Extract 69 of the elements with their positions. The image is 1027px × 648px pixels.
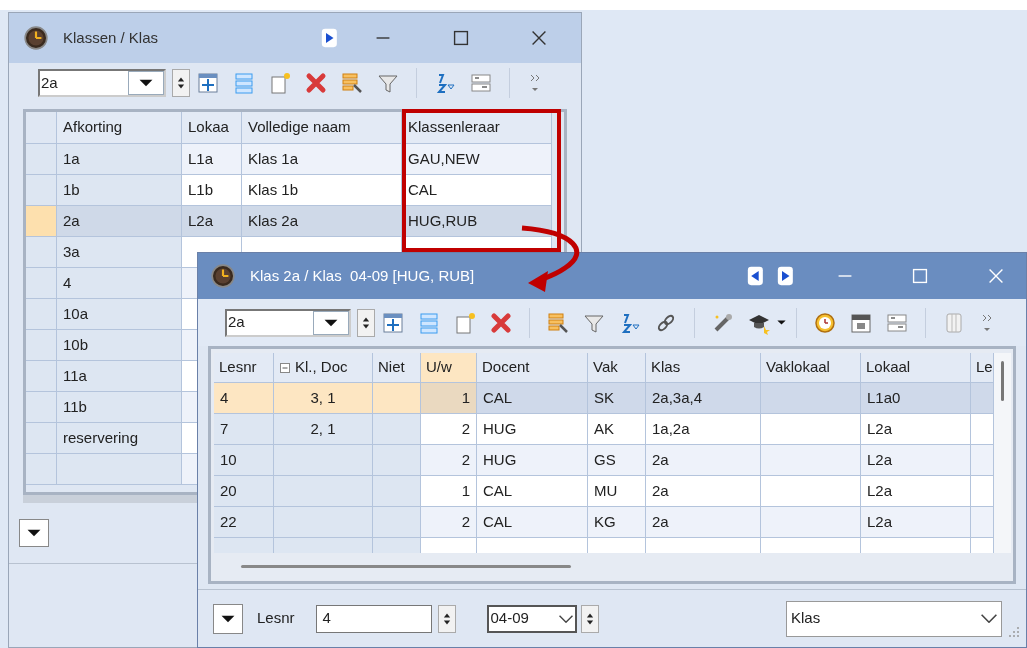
table-cell: CAL (477, 383, 588, 414)
table-cell: 2 (421, 507, 477, 538)
table-cell: 2 (421, 414, 477, 445)
table-cell: 1a (57, 144, 182, 175)
table-cell: 2a (646, 507, 761, 538)
table-cell: KG (588, 507, 646, 538)
table-cell: 20 (214, 476, 274, 507)
selector-combo[interactable]: 2a (38, 69, 166, 97)
table-cell: AK (588, 414, 646, 445)
table-cell: SK (588, 383, 646, 414)
table-cell: L1b (182, 175, 242, 206)
table-cell: L2a (861, 476, 971, 507)
field-label: Lesnr (257, 608, 295, 629)
table-cell: L2a (861, 445, 971, 476)
column-header[interactable]: Lokaa (182, 112, 242, 144)
table-cell: CAL (477, 507, 588, 538)
lesnr-field[interactable]: 4 (315, 604, 432, 633)
column-header[interactable]: Vak (588, 353, 646, 383)
table-cell: 11b (57, 392, 182, 423)
table-cell: L2a (861, 414, 971, 445)
table-cell: 2 (421, 445, 477, 476)
table-cell: 1b (57, 175, 182, 206)
table-cell: L2a (182, 206, 242, 237)
table-cell: L1a0 (861, 383, 971, 414)
window-title: Klassen / Klas (63, 27, 160, 48)
table-cell: 1a,2a (646, 414, 761, 445)
table-cell: 11a (57, 361, 182, 392)
table-cell: Klas 1a (242, 144, 402, 175)
column-header[interactable]: Kl., Doc (274, 353, 373, 383)
column-header[interactable]: Klas (646, 353, 761, 383)
table-cell: 4 (57, 268, 182, 299)
table-cell: Klas 2a (242, 206, 402, 237)
column-header[interactable]: Vaklokaal (761, 353, 861, 383)
table-cell: CAL (477, 476, 588, 507)
table-cell: 10a (57, 299, 182, 330)
column-header[interactable]: Volledige naam (242, 112, 402, 144)
table-cell: 22 (214, 507, 274, 538)
table-cell: 2a (646, 445, 761, 476)
table-cell: L1a (182, 144, 242, 175)
column-header[interactable]: Niet (373, 353, 421, 383)
period-combo[interactable]: 04-09 (486, 604, 577, 633)
column-header[interactable]: Lesnr (214, 353, 274, 383)
table-cell: 3a (57, 237, 182, 268)
selector-combo[interactable]: 2a (225, 308, 351, 337)
table-cell: HUG (477, 414, 588, 445)
table-cell: 10 (214, 445, 274, 476)
table-cell: 4 (214, 383, 274, 414)
column-header[interactable]: Docent (477, 353, 588, 383)
table-cell: 7 (214, 414, 274, 445)
column-header[interactable]: Le (971, 353, 994, 383)
table-cell: L2a (861, 507, 971, 538)
table-cell: 2a (646, 476, 761, 507)
table-cell: 2a,3a,4 (646, 383, 761, 414)
table-cell: GS (588, 445, 646, 476)
column-header[interactable]: U/w (421, 353, 477, 383)
table-cell: 10b (57, 330, 182, 361)
window-title: Klas 2a / Klas 04-09 [HUG, RUB] (250, 265, 476, 286)
view-combo[interactable]: Klas (786, 600, 1002, 637)
column-header[interactable]: Afkorting (57, 112, 182, 144)
table-cell: 2, 1 (274, 414, 373, 445)
table-cell: HUG (477, 445, 588, 476)
table-cell: Klas 1b (242, 175, 402, 206)
table-cell: 3, 1 (274, 383, 373, 414)
column-header[interactable]: Lokaal (861, 353, 971, 383)
table-cell: 2a (57, 206, 182, 237)
table-cell: 1 (421, 476, 477, 507)
table-cell: reservering (57, 423, 182, 454)
table-cell: MU (588, 476, 646, 507)
table-cell: 1 (421, 383, 477, 414)
